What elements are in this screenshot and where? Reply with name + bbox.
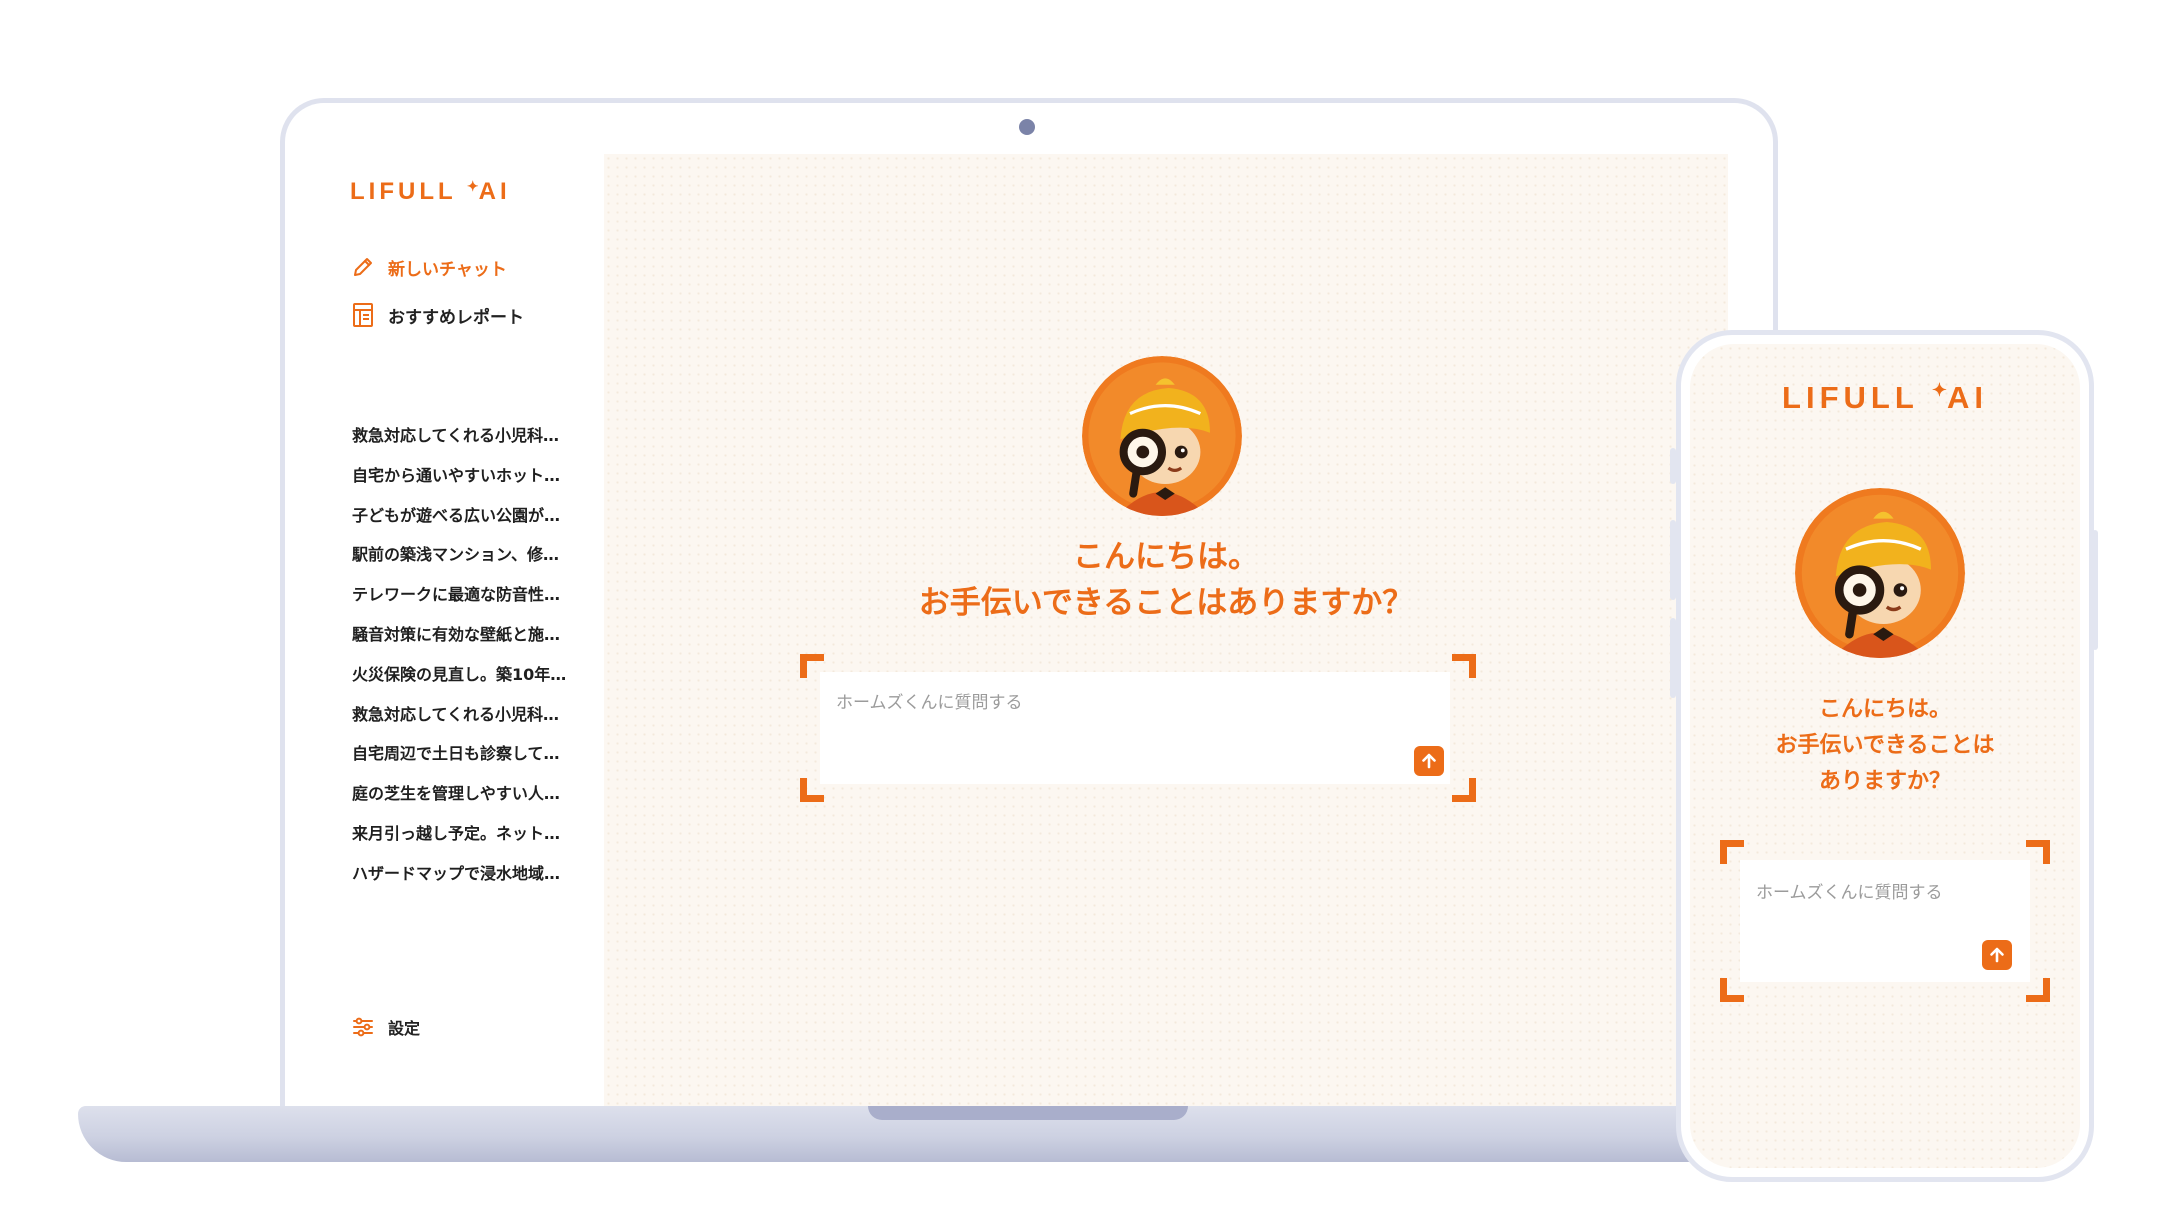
greeting-line-2: お手伝いできることはありますか？: [918, 585, 1414, 621]
history-item[interactable]: 火災保険の見直し。築10年…: [352, 655, 592, 695]
pencil-icon: [350, 254, 376, 280]
new-chat-button[interactable]: 新しいチャット: [350, 250, 507, 284]
history-item[interactable]: 救急対応してくれる小児科…: [352, 416, 592, 456]
brand-logo[interactable]: LIFULL ✦AI: [350, 178, 511, 206]
history-item[interactable]: 庭の芝生を管理しやすい人…: [352, 774, 592, 814]
logo-spark: ✦: [466, 178, 479, 194]
logo-suffix: AI: [1946, 380, 1988, 415]
history-item[interactable]: 自宅から通いやすいホット…: [352, 456, 592, 496]
history-item[interactable]: ハザードマップで浸水地域…: [352, 854, 592, 894]
new-chat-label: 新しいチャット: [388, 259, 507, 280]
history-item[interactable]: 駅前の築浅マンション、修…: [352, 535, 592, 575]
send-button[interactable]: [1414, 746, 1444, 776]
laptop-camera: [1019, 119, 1035, 135]
logo-text: LIFULL: [1782, 380, 1919, 415]
history-item[interactable]: 自宅周辺で土日も診察して…: [352, 734, 592, 774]
report-icon: [350, 302, 376, 328]
greeting-line-1: こんにちは。: [1818, 697, 1951, 722]
history-item[interactable]: 騒音対策に有効な壁紙と施…: [352, 615, 592, 655]
detective-mascot-icon: [1795, 488, 1965, 658]
detective-mascot-icon: [1082, 356, 1242, 516]
chat-input[interactable]: [820, 672, 1450, 784]
arrow-up-icon: [1990, 947, 2004, 963]
phone-brand-logo[interactable]: LIFULL ✦AI: [1690, 380, 2080, 416]
recommended-report-button[interactable]: おすすめレポート: [350, 298, 524, 332]
history-item[interactable]: 救急対応してくれる小児科…: [352, 695, 592, 735]
settings-label: 設定: [388, 1019, 421, 1038]
showcase-stage: LIFULL ✦AI 新しいチャット おすすめレポート 救急対応してくれる小児科…: [0, 0, 2160, 1216]
greeting-line-2: お手伝いできることは: [1775, 733, 1995, 758]
report-label: おすすめレポート: [388, 307, 524, 328]
chat-main: こんにちは。 お手伝いできることはありますか？: [604, 154, 1728, 1118]
chat-history-list: 救急対応してくれる小児科… 自宅から通いやすいホット… 子どもが遊べる広い公園が…: [352, 416, 592, 894]
history-item[interactable]: テレワークに最適な防音性…: [352, 575, 592, 615]
chat-input-frame: [800, 654, 1476, 802]
arrow-up-icon: [1422, 753, 1436, 769]
history-item[interactable]: 来月引っ越し予定。ネット…: [352, 814, 592, 854]
greeting: こんにちは。 お手伝いできることはありますか？: [604, 534, 1728, 626]
phone-chat-input-frame: [1720, 840, 2050, 1002]
phone-send-button[interactable]: [1982, 940, 2012, 970]
phone-screen: LIFULL ✦AI こんにちは。 お手伝いできることは ありますか？ ホームズ…: [1690, 344, 2080, 1168]
phone-mascot-avatar: [1795, 488, 1965, 658]
laptop-screen: LIFULL ✦AI 新しいチャット おすすめレポート 救急対応してくれる小児科…: [330, 154, 1728, 1118]
frame-corner: [1452, 654, 1476, 678]
sliders-icon: [350, 1014, 376, 1040]
logo-spark: ✦: [1931, 380, 1947, 400]
settings-button[interactable]: 設定: [350, 1014, 420, 1040]
greeting-line-1: こんにちは。: [1073, 539, 1259, 575]
frame-corner: [1452, 778, 1476, 802]
logo-text: LIFULL: [350, 178, 457, 205]
logo-suffix: AI: [478, 178, 511, 205]
laptop-trackpad-notch: [868, 1106, 1188, 1120]
phone-greeting: こんにちは。 お手伝いできることは ありますか？: [1690, 692, 2080, 800]
mascot-avatar: [1082, 356, 1242, 516]
sidebar: LIFULL ✦AI 新しいチャット おすすめレポート 救急対応してくれる小児科…: [330, 154, 604, 1118]
history-item[interactable]: 子どもが遊べる広い公園が…: [352, 496, 592, 536]
greeting-line-3: ありますか？: [1818, 769, 1951, 794]
